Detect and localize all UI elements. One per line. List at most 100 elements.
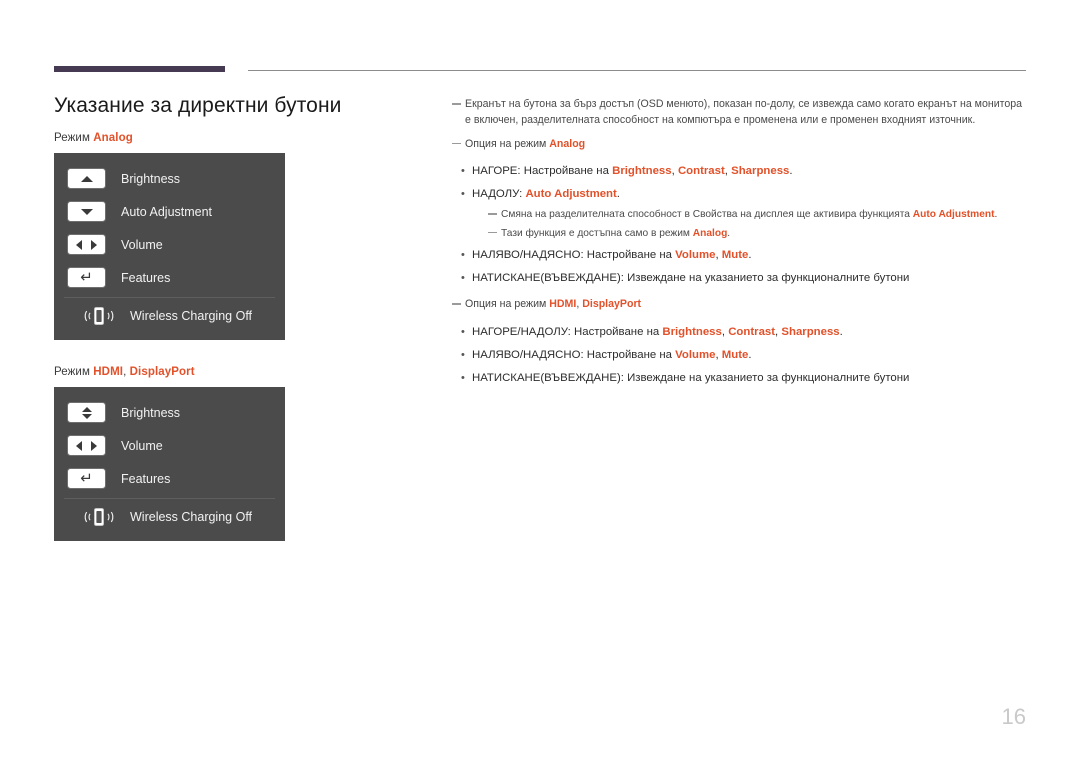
bullet-text: НАТИСКАНЕ(ВЪВЕЖДАНЕ): Извеждане на указа…	[472, 272, 910, 285]
bullet-suffix: .	[748, 348, 752, 361]
dash-marker-icon	[452, 142, 461, 145]
dash-marker-icon	[452, 303, 461, 305]
sub-note-highlight: Auto Adjustment	[912, 209, 995, 221]
arrow-left-right-icon[interactable]	[68, 235, 105, 254]
bullet-prefix: НАГОРЕ: Настройване на	[472, 165, 613, 178]
right-column: Екранът на бутона за бърз достъп (OSD ме…	[452, 96, 1030, 390]
osd-panel-digital: Brightness Volume ↵ Features Wireless Ch…	[54, 387, 285, 541]
section-heading-analog-text: Опция на режим Analog	[465, 136, 585, 152]
bullet-prefix: НАГОРЕ/НАДОЛУ: Настройване на	[472, 325, 663, 338]
osd-row-brightness[interactable]: Brightness	[54, 162, 285, 195]
osd-label-auto-adjustment: Auto Adjustment	[121, 204, 213, 219]
arrow-up-icon[interactable]	[68, 169, 105, 188]
osd-row-volume-digital[interactable]: Volume	[54, 429, 285, 462]
bullet-prefix: НАДОЛУ:	[472, 188, 526, 201]
mode-label-analog-prefix: Режим	[54, 132, 90, 144]
sub-note-highlight: Analog	[692, 227, 728, 239]
osd-row-auto-adjustment[interactable]: Auto Adjustment	[54, 195, 285, 228]
mode-label-digital-value-hdmi: HDMI	[93, 366, 124, 378]
bullet-prefix: НАЛЯВО/НАДЯСНО: Настройване на	[472, 249, 676, 262]
osd-row-features[interactable]: ↵ Features	[54, 261, 285, 294]
header-rule-row	[0, 0, 1080, 80]
dash-marker-icon	[488, 231, 497, 234]
bullet-marker-icon: •	[461, 371, 465, 384]
sub-note-prefix: Смяна на разделителната способност в Сво…	[501, 209, 913, 221]
bullet-highlight: Volume	[675, 348, 716, 361]
intro-note: Екранът на бутона за бърз достъп (OSD ме…	[452, 96, 1030, 129]
bullet-highlight: Mute	[721, 348, 749, 361]
list-item: • НАГОРЕ/НАДОЛУ: Настройване на Brightne…	[452, 321, 1030, 344]
bullet-text: НАДОЛУ: Auto Adjustment.	[472, 186, 620, 203]
bullet-highlight: Contrast	[677, 165, 725, 178]
bullet-text: НАГОРЕ: Настройване на Brightness, Contr…	[472, 165, 793, 178]
bullet-suffix: .	[839, 325, 843, 338]
bullet-marker-icon: •	[461, 165, 465, 178]
bullet-suffix: .	[789, 165, 793, 178]
section-heading-digital-prefix: Опция на режим	[465, 298, 547, 311]
sub-note-text: Смяна на разделителната способност в Сво…	[501, 207, 997, 222]
bullet-marker-icon: •	[461, 325, 465, 338]
osd-row-wireless-charging-digital[interactable]: Wireless Charging Off	[54, 499, 285, 535]
section-heading-digital-value-displayport: DisplayPort	[582, 298, 642, 311]
bullet-marker-icon: •	[461, 348, 465, 361]
osd-label-volume-digital: Volume	[121, 438, 163, 453]
osd-label-wireless-charging-digital: Wireless Charging Off	[130, 510, 253, 524]
bullet-highlight: Auto Adjustment	[525, 188, 617, 201]
list-item: • НАГОРЕ: Настройване на Brightness, Con…	[452, 160, 1030, 183]
osd-label-brightness-digital: Brightness	[121, 405, 181, 420]
osd-panel-analog: Brightness Auto Adjustment Volume ↵ Feat…	[54, 153, 285, 340]
bullet-text: НАГОРЕ/НАДОЛУ: Настройване на Brightness…	[472, 325, 843, 338]
osd-label-wireless-charging: Wireless Charging Off	[130, 309, 253, 323]
list-item: • НАТИСКАНЕ(ВЪВЕЖДАНЕ): Извеждане на ука…	[452, 267, 1030, 290]
bullet-highlight: Volume	[675, 249, 716, 262]
section-heading-digital-text: Опция на режим HDMI, DisplayPort	[465, 298, 642, 311]
enter-arrow-icon[interactable]: ↵	[68, 268, 105, 287]
mode-label-digital: Режим HDMI, DisplayPort	[54, 366, 195, 378]
enter-arrow-icon[interactable]: ↵	[68, 469, 105, 488]
page-number: 16	[1001, 704, 1026, 729]
bullet-list-analog: • НАГОРЕ: Настройване на Brightness, Con…	[452, 160, 1030, 290]
section-heading-analog-value: Analog	[549, 137, 586, 150]
sub-note-suffix: .	[994, 209, 998, 221]
left-column: Указание за директни бутони Режим Analog…	[54, 94, 434, 567]
dash-marker-icon	[488, 213, 497, 215]
osd-row-features-digital[interactable]: ↵ Features	[54, 462, 285, 495]
mode-label-digital-value-displayport: DisplayPort	[129, 366, 195, 378]
bullet-marker-icon: •	[461, 249, 465, 262]
osd-row-wireless-charging[interactable]: Wireless Charging Off	[54, 298, 285, 334]
accent-rule	[54, 66, 225, 72]
section-heading-digital-value-hdmi: HDMI	[549, 298, 577, 311]
bullet-text: НАТИСКАНЕ(ВЪВЕЖДАНЕ): Извеждане на указа…	[472, 371, 910, 384]
osd-row-volume[interactable]: Volume	[54, 228, 285, 261]
arrow-up-down-icon[interactable]	[68, 403, 105, 422]
bullet-text: НАЛЯВО/НАДЯСНО: Настройване на Volume, M…	[472, 348, 752, 361]
bullet-highlight: Sharpness	[781, 325, 840, 338]
mode-label-analog: Режим Analog	[54, 132, 434, 144]
bullet-suffix: .	[616, 188, 620, 201]
dash-marker-icon	[452, 103, 461, 105]
bullet-highlight: Contrast	[728, 325, 776, 338]
bullet-highlight: Mute	[721, 249, 749, 262]
bullet-prefix: НАЛЯВО/НАДЯСНО: Настройване на	[472, 348, 676, 361]
list-item: • НАТИСКАНЕ(ВЪВЕЖДАНЕ): Извеждане на ука…	[452, 367, 1030, 390]
bullet-highlight: Sharpness	[731, 165, 790, 178]
thin-rule	[248, 70, 1026, 71]
arrow-left-right-icon[interactable]	[68, 436, 105, 455]
osd-label-features: Features	[121, 270, 171, 285]
osd-label-volume: Volume	[121, 237, 163, 252]
sub-note-suffix: .	[727, 227, 731, 239]
sub-note: Тази функция е достъпна само в режим Ana…	[488, 226, 1030, 241]
sub-note-text: Тази функция е достъпна само в режим Ana…	[501, 226, 730, 241]
section-heading-digital: Опция на режим HDMI, DisplayPort	[452, 296, 1030, 312]
mode-label-digital-prefix: Режим	[54, 366, 90, 378]
osd-row-brightness-digital[interactable]: Brightness	[54, 396, 285, 429]
page-title: Указание за директни бутони	[54, 94, 342, 117]
list-item: • НАЛЯВО/НАДЯСНО: Настройване на Volume,…	[452, 244, 1030, 267]
section-heading-analog-prefix: Опция на режим	[465, 137, 547, 150]
osd-label-features-digital: Features	[121, 471, 171, 486]
sub-note: Смяна на разделителната способност в Сво…	[488, 207, 1030, 222]
arrow-down-icon[interactable]	[68, 202, 105, 221]
osd-label-brightness: Brightness	[121, 171, 181, 186]
bullet-text: НАЛЯВО/НАДЯСНО: Настройване на Volume, M…	[472, 249, 752, 262]
intro-note-text: Екранът на бутона за бърз достъп (OSD ме…	[465, 98, 1023, 127]
